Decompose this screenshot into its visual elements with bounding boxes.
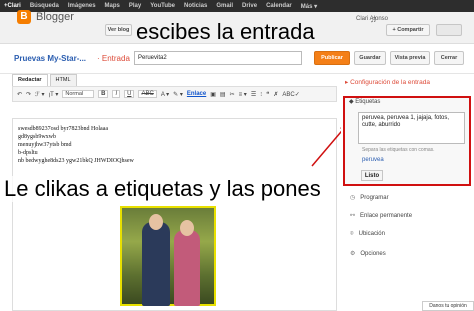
bold-icon[interactable]: B — [98, 90, 109, 98]
gbar-item[interactable]: YouTube — [150, 3, 175, 9]
bell-icon[interactable]: ♫ — [370, 14, 377, 24]
share-button[interactable]: + Compartir — [386, 24, 430, 36]
person-figure — [142, 222, 170, 306]
quote-icon[interactable]: ❝ — [266, 91, 269, 98]
location-pin-icon: ⌾ — [350, 231, 354, 237]
highlight-icon[interactable]: ✎ ▾ — [173, 91, 183, 98]
publish-button[interactable]: Publicar — [314, 51, 350, 65]
gbar-item[interactable]: Noticias — [184, 3, 207, 9]
font-size-icon[interactable]: ꞁT ▾ — [48, 91, 58, 98]
entrada-label: · Entrada — [97, 54, 130, 63]
sidebar-item-label: Programar — [360, 195, 389, 201]
gbar-item[interactable]: Búsqueda — [30, 3, 59, 9]
editor-line: nb bedwyghe8ds23 ygw21bkQ JHWDIOQhsew — [18, 158, 134, 164]
feedback-button[interactable]: Danos tu opinión — [422, 301, 474, 311]
gbar-item[interactable]: Drive — [242, 3, 257, 9]
person-figure — [174, 230, 200, 306]
gbar-item[interactable]: +Clari — [4, 3, 21, 9]
preview-button[interactable]: Vista previa — [390, 51, 430, 65]
gbar-item[interactable]: Imágenes — [68, 3, 96, 9]
video-icon[interactable]: ▤ — [220, 91, 226, 98]
gbar-item[interactable]: Maps — [105, 3, 120, 9]
clock-icon: ◷ — [350, 195, 356, 201]
gbar-item[interactable]: Calendar — [266, 3, 292, 9]
gbar-item[interactable]: Gmail — [216, 3, 233, 9]
editor-line: gd8ygsb9wxwb — [18, 134, 57, 140]
format-select[interactable]: Normal — [62, 90, 95, 98]
close-button[interactable]: Cerrar — [434, 51, 464, 65]
caption-top: escibes la entrada — [136, 19, 315, 44]
jump-break-icon[interactable]: ✂ — [230, 91, 235, 98]
editor-line: menuyjhw37ytsb bmd — [18, 142, 72, 148]
spellcheck-icon[interactable]: ABC✓ — [282, 91, 299, 98]
save-button[interactable]: Guardar — [354, 51, 386, 65]
sidebar-item-label: Ubicación — [358, 231, 385, 237]
sidebar-item-permalink[interactable]: ⚯ Enlace permanente — [350, 212, 412, 219]
face — [180, 220, 194, 236]
sidebar-title-text: Configuración de la entrada — [350, 79, 430, 86]
clear-format-icon[interactable]: ✗ — [273, 91, 278, 98]
sidebar-item-programar[interactable]: ◷ Programar — [350, 194, 389, 201]
sidebar-item-label: Enlace permanente — [360, 213, 413, 219]
brand-name: Blogger — [36, 11, 74, 23]
formatting-toolbar: ↶ ↷ ℱ ▾ ꞁT ▾ Normal B I U ABC A ▾ ✎ ▾ En… — [12, 86, 337, 102]
blogger-logo-icon[interactable]: B — [17, 10, 31, 24]
view-blog-button[interactable]: Ver blog — [105, 24, 132, 36]
italic-icon[interactable]: I — [112, 90, 121, 98]
labels-input[interactable]: peruvea, peruvea 1, jajaja, fotos, cutte… — [358, 112, 465, 144]
caption-main: Le clikas a etiquetas y las pones — [4, 176, 321, 202]
face — [149, 214, 163, 230]
sidebar-item-options[interactable]: ⚙ Opciones — [350, 250, 386, 257]
tag-icon: ◆ — [349, 99, 354, 105]
link-button[interactable]: Enlace — [187, 91, 206, 97]
bulleted-list-icon[interactable]: ⁝ — [260, 91, 262, 98]
labels-header[interactable]: ◆ Etiquetas — [349, 98, 380, 105]
gbar-item[interactable]: Play — [129, 3, 141, 9]
sidebar-title: ▸ Configuración de la entrada — [345, 79, 430, 86]
done-button[interactable]: Listo — [361, 170, 383, 181]
font-icon[interactable]: ℱ ▾ — [35, 91, 44, 98]
blog-name[interactable]: Pruevas My-Star-... — [14, 54, 86, 63]
tab-redactar[interactable]: Redactar — [12, 74, 48, 86]
label-suggestion[interactable]: peruvea — [362, 157, 384, 163]
sidebar-item-label: Opciones — [360, 251, 386, 257]
editor-tabs: Redactar HTML — [12, 74, 79, 86]
editor-line: b-dpsltu — [18, 150, 38, 156]
tab-html[interactable]: HTML — [49, 74, 77, 86]
align-icon[interactable]: ≡ ▾ — [239, 91, 247, 98]
labels-title: Etiquetas — [355, 99, 381, 105]
post-image[interactable] — [120, 206, 216, 306]
post-title-input[interactable]: Peruevita2 — [134, 51, 302, 65]
gear-icon: ⚙ — [350, 251, 356, 257]
gbar-item[interactable]: Más ▾ — [301, 3, 317, 10]
avatar[interactable] — [436, 24, 462, 36]
underline-icon[interactable]: U — [124, 90, 135, 98]
text-color-icon[interactable]: A ▾ — [161, 91, 169, 98]
link-icon: ⚯ — [350, 213, 356, 219]
undo-icon[interactable]: ↶ — [17, 91, 22, 98]
editor-line: swesdb89237osd byr7823bnd Holaaa — [18, 126, 108, 132]
labels-hint: Separa las etiquetas con comas. — [362, 147, 435, 153]
strikethrough-icon[interactable]: ABC — [138, 90, 157, 98]
redo-icon[interactable]: ↷ — [26, 91, 31, 98]
list-icon[interactable]: ☰ — [251, 91, 256, 98]
image-icon[interactable]: ▣ — [210, 91, 216, 98]
sidebar-item-location[interactable]: ⌾ Ubicación — [350, 231, 385, 238]
